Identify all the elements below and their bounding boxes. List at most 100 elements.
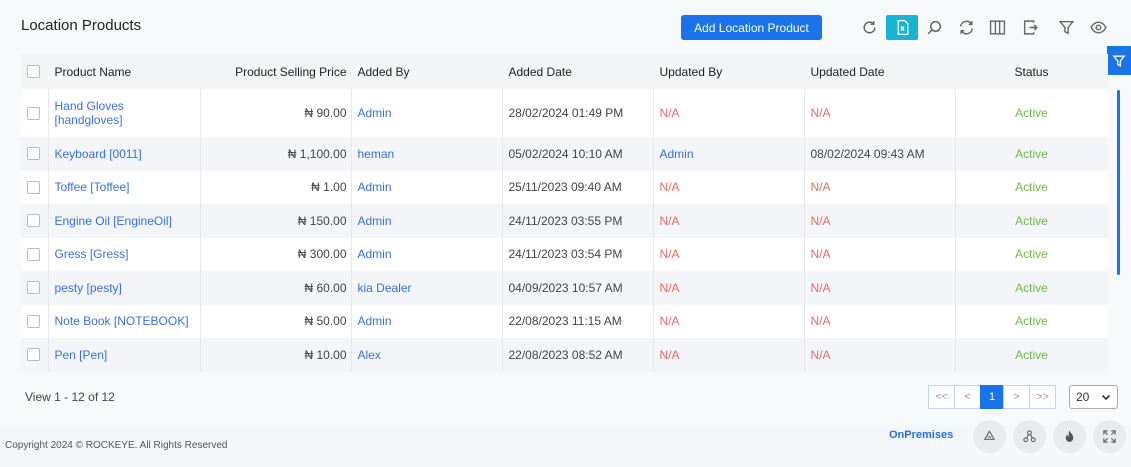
table-row[interactable]: Gress [Gress] ₦ 300.00 Admin 24/11/2023 … xyxy=(21,237,1108,271)
status-badge: Active xyxy=(955,137,1108,171)
added-date: 22/08/2023 11:15 AM xyxy=(502,304,654,338)
prev-page-button[interactable]: < xyxy=(954,385,981,409)
current-page-button[interactable]: 1 xyxy=(980,385,1004,409)
view-icon[interactable] xyxy=(1086,15,1110,39)
product-name-link[interactable]: Keyboard [0011] xyxy=(48,137,201,171)
added-date: 05/02/2024 10:10 AM xyxy=(502,137,654,171)
column-header-status[interactable]: Status xyxy=(955,54,1108,89)
updated-date: N/A xyxy=(804,338,956,372)
selling-price: ₦ 1,100.00 xyxy=(200,137,352,171)
row-checkbox[interactable] xyxy=(27,247,40,261)
updated-by: N/A xyxy=(653,204,805,238)
products-table: Product Name Product Selling Price Added… xyxy=(21,54,1108,372)
add-location-product-button[interactable]: Add Location Product xyxy=(681,15,822,40)
column-header-product-name[interactable]: Product Name xyxy=(48,54,201,89)
export-excel-icon[interactable] xyxy=(886,15,918,40)
copyright-text: Copyright 2024 © ROCKEYE. All Rights Res… xyxy=(5,440,228,451)
updated-date: 08/02/2024 09:43 AM xyxy=(804,137,956,171)
sync-icon[interactable] xyxy=(954,15,978,39)
next-page-button[interactable]: > xyxy=(1003,385,1030,409)
table-row[interactable]: Toffee [Toffee] ₦ 1.00 Admin 25/11/2023 … xyxy=(21,170,1108,204)
column-header-added-by[interactable]: Added By xyxy=(351,54,503,89)
row-checkbox[interactable] xyxy=(27,348,40,362)
added-by-link[interactable]: heman xyxy=(351,137,503,171)
page-size-select[interactable]: 20 xyxy=(1069,385,1118,409)
network-button[interactable] xyxy=(1013,420,1046,453)
page-title: Location Products xyxy=(21,17,142,34)
updated-date: N/A xyxy=(804,237,956,271)
added-by-link[interactable]: Admin xyxy=(351,304,503,338)
product-name-link[interactable]: Pen [Pen] xyxy=(48,338,201,372)
updated-by: N/A xyxy=(653,170,805,204)
table-row[interactable]: Hand Gloves [handgloves] ₦ 90.00 Admin 2… xyxy=(21,89,1108,137)
table-row[interactable]: pesty [pesty] ₦ 60.00 kia Dealer 04/09/2… xyxy=(21,271,1108,305)
filter-icon xyxy=(1112,55,1126,67)
selling-price: ₦ 1.00 xyxy=(200,170,352,204)
updated-date: N/A xyxy=(804,271,956,305)
last-page-button[interactable]: >> xyxy=(1029,385,1056,409)
table-scrollbar[interactable] xyxy=(1117,90,1120,275)
table-header: Product Name Product Selling Price Added… xyxy=(21,54,1108,89)
refresh-icon[interactable] xyxy=(857,15,881,39)
added-by-link[interactable]: Admin xyxy=(351,204,503,238)
fullscreen-button[interactable] xyxy=(1093,420,1126,453)
updated-by: N/A xyxy=(653,89,805,137)
added-date: 22/08/2023 08:52 AM xyxy=(502,338,654,372)
pagination: << < 1 > >> xyxy=(928,385,1056,409)
status-badge: Active xyxy=(955,271,1108,305)
updated-date: N/A xyxy=(804,170,956,204)
filter-side-tab[interactable] xyxy=(1107,46,1131,75)
select-all-checkbox[interactable] xyxy=(27,65,40,78)
product-name-link[interactable]: Hand Gloves [handgloves] xyxy=(48,89,201,137)
table-row[interactable]: Pen [Pen] ₦ 10.00 Alex 22/08/2023 08:52 … xyxy=(21,338,1108,372)
product-name-link[interactable]: Engine Oil [EngineOil] xyxy=(48,204,201,238)
product-name-link[interactable]: pesty [pesty] xyxy=(48,271,201,305)
selling-price: ₦ 300.00 xyxy=(200,237,352,271)
added-date: 24/11/2023 03:54 PM xyxy=(502,237,654,271)
row-checkbox[interactable] xyxy=(27,214,40,228)
added-by-link[interactable]: kia Dealer xyxy=(351,271,503,305)
page-size-value: 20 xyxy=(1076,390,1090,404)
recycle-icon xyxy=(983,430,996,440)
added-by-link[interactable]: Admin xyxy=(351,170,503,204)
table-row[interactable]: Engine Oil [EngineOil] ₦ 150.00 Admin 24… xyxy=(21,204,1108,238)
updated-by-link[interactable]: Admin xyxy=(653,137,805,171)
updated-by: N/A xyxy=(653,271,805,305)
added-date: 25/11/2023 09:40 AM xyxy=(502,170,654,204)
export-icon[interactable] xyxy=(1018,15,1042,39)
added-date: 24/11/2023 03:55 PM xyxy=(502,204,654,238)
table-row[interactable]: Keyboard [0011] ₦ 1,100.00 heman 05/02/2… xyxy=(21,137,1108,171)
column-header-updated-by[interactable]: Updated By xyxy=(653,54,805,89)
row-checkbox[interactable] xyxy=(27,106,40,120)
selling-price: ₦ 50.00 xyxy=(200,304,352,338)
product-name-link[interactable]: Note Book [NOTEBOOK] xyxy=(48,304,201,338)
recycle-button[interactable] xyxy=(973,420,1006,453)
column-header-updated-date[interactable]: Updated Date xyxy=(804,54,956,89)
updated-date: N/A xyxy=(804,204,956,238)
selling-price: ₦ 10.00 xyxy=(200,338,352,372)
column-header-selling-price[interactable]: Product Selling Price xyxy=(200,54,352,89)
search-icon[interactable] xyxy=(922,15,946,39)
deployment-mode-label: OnPremises xyxy=(889,429,954,441)
main-panel: Location Products Add Location Product P… xyxy=(0,0,1131,425)
row-checkbox[interactable] xyxy=(27,314,40,328)
selling-price: ₦ 60.00 xyxy=(200,271,352,305)
status-badge: Active xyxy=(955,338,1108,372)
row-checkbox[interactable] xyxy=(27,281,40,295)
added-by-link[interactable]: Admin xyxy=(351,237,503,271)
columns-icon[interactable] xyxy=(985,15,1009,39)
product-name-link[interactable]: Toffee [Toffee] xyxy=(48,170,201,204)
filter-icon[interactable] xyxy=(1054,15,1078,39)
status-badge: Active xyxy=(955,170,1108,204)
row-checkbox[interactable] xyxy=(27,147,40,161)
table-row[interactable]: Note Book [NOTEBOOK] ₦ 50.00 Admin 22/08… xyxy=(21,304,1108,338)
select-all-cell xyxy=(21,54,49,89)
row-checkbox[interactable] xyxy=(27,180,40,194)
added-date: 04/09/2023 10:57 AM xyxy=(502,271,654,305)
first-page-button[interactable]: << xyxy=(928,385,955,409)
added-by-link[interactable]: Admin xyxy=(351,89,503,137)
column-header-added-date[interactable]: Added Date xyxy=(502,54,654,89)
product-name-link[interactable]: Gress [Gress] xyxy=(48,237,201,271)
fire-button[interactable] xyxy=(1053,420,1086,453)
added-by-link[interactable]: Alex xyxy=(351,338,503,372)
